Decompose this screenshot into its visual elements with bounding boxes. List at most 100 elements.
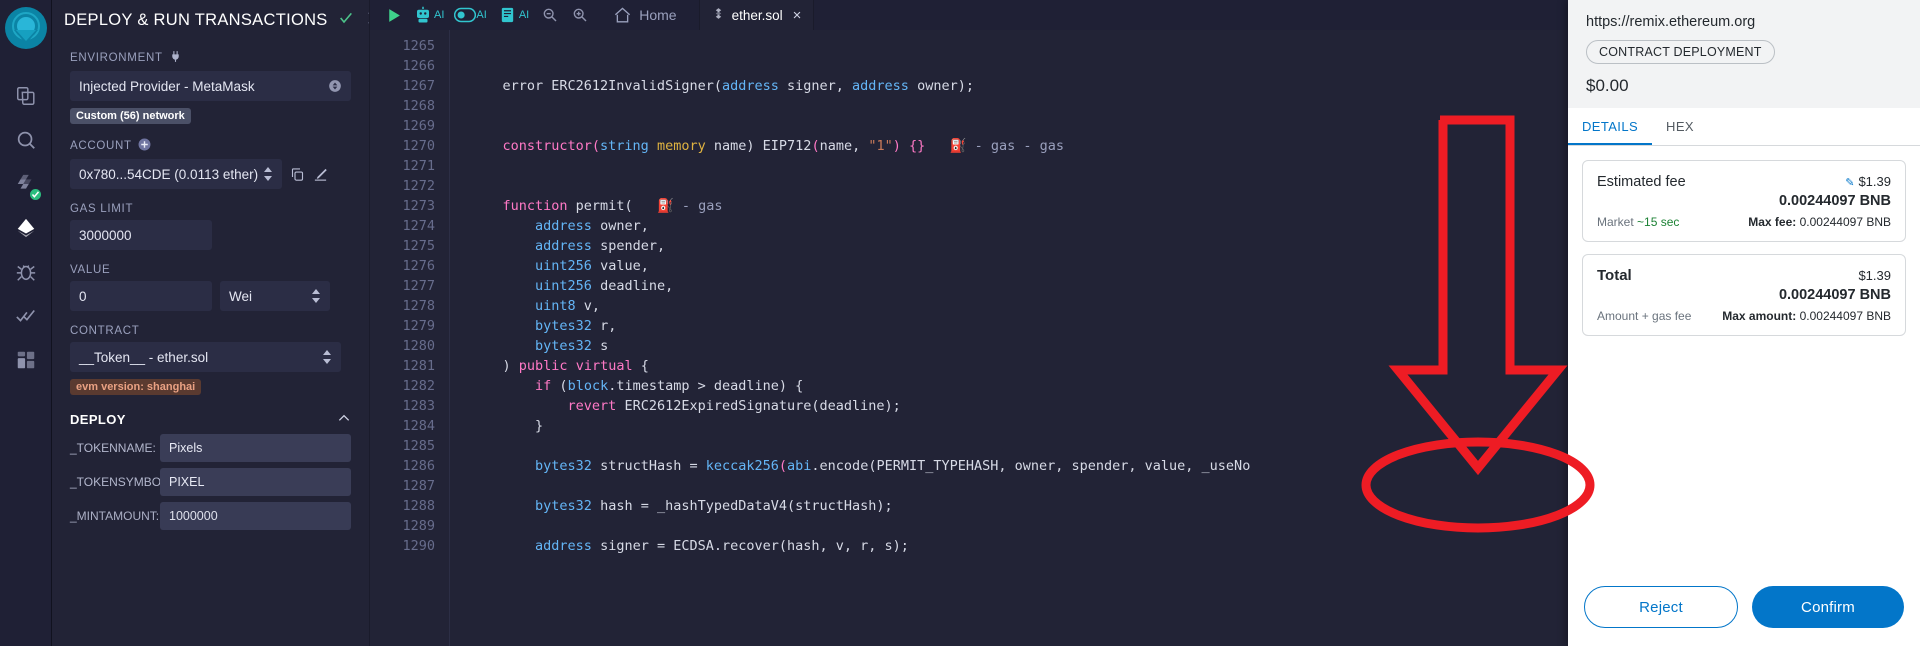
total-label: Total [1597, 267, 1632, 284]
line-number: 1266 [402, 58, 435, 74]
sidebar-item-plugin-manager[interactable] [0, 338, 52, 382]
arg-input-mintamount[interactable]: 1000000 [160, 502, 351, 530]
value-row: 0 Wei [70, 281, 351, 311]
sidebar-item-solidity-unit-testing[interactable] [0, 294, 52, 338]
environment-select[interactable]: Injected Provider - MetaMask [70, 71, 351, 101]
line-number: 1282 [402, 378, 435, 394]
chevron-updown-icon[interactable] [263, 167, 273, 181]
metamask-confirmation-popup: https://remix.ethereum.org CONTRACT DEPL… [1568, 0, 1920, 646]
run-script-icon[interactable] [378, 0, 408, 30]
total-fiat: $1.39 [1858, 268, 1891, 283]
ai-label: AI [518, 9, 530, 21]
tab-details[interactable]: DETAILS [1568, 108, 1653, 145]
metamask-header: https://remix.ethereum.org CONTRACT DEPL… [1568, 0, 1920, 108]
ai-label: AI [434, 9, 445, 21]
arg-input-tokenname[interactable]: Pixels [160, 434, 351, 462]
line-number: 1272 [402, 178, 435, 194]
deploy-run-panel: DEPLOY & RUN TRANSACTIONS ENVIRONMENT In… [52, 0, 370, 646]
zoom-in-icon[interactable] [565, 0, 595, 30]
environment-label: ENVIRONMENT [70, 50, 369, 66]
sidebar-item-deploy-run[interactable] [0, 206, 52, 250]
close-icon[interactable]: × [793, 7, 802, 24]
contract-label: CONTRACT [70, 325, 140, 337]
gas-limit-value: 3000000 [79, 227, 132, 243]
confirm-button[interactable]: Confirm [1752, 586, 1904, 628]
chevron-updown-icon[interactable] [322, 350, 332, 364]
metamask-tabs: DETAILS HEX [1568, 108, 1920, 146]
sidebar-item-file-explorer[interactable] [0, 74, 52, 118]
deploy-section-header[interactable]: DEPLOY [70, 411, 351, 428]
value-unit: Wei [229, 288, 253, 304]
estimated-fee-label: Estimated fee [1597, 174, 1686, 190]
arg-row: _TOKENNAME: Pixels [70, 434, 351, 462]
max-amount: Max amount: 0.00244097 BNB [1722, 309, 1891, 323]
line-number: 1270 [402, 138, 435, 154]
arg-input-tokensymbol[interactable]: PIXEL [160, 468, 351, 496]
sign-message-icon[interactable] [313, 167, 328, 182]
gas-limit-label: GAS LIMIT [70, 203, 134, 215]
line-number: 1284 [402, 418, 435, 434]
copy-account-icon[interactable] [290, 167, 305, 182]
origin-url: https://remix.ethereum.org [1586, 14, 1756, 30]
home-icon[interactable] [607, 0, 637, 30]
value-input[interactable]: 0 [70, 281, 212, 311]
check-icon[interactable] [338, 10, 354, 31]
sidebar-item-solidity-compiler[interactable] [0, 162, 52, 206]
zoom-out-icon[interactable] [535, 0, 565, 30]
arg-label: _MINTAMOUNT: [70, 509, 160, 523]
compiler-success-badge [27, 187, 43, 202]
tab-hex[interactable]: HEX [1652, 108, 1708, 145]
metamask-details-body: Estimated fee ✎ $1.39 0.00244097 BNB Mark… [1568, 146, 1920, 571]
value-unit-select[interactable]: Wei [220, 281, 330, 311]
contract-select[interactable]: __Token__ - ether.sol [70, 342, 341, 372]
value-amount: 0 [79, 288, 87, 304]
gas-limit-input[interactable]: 3000000 [70, 220, 212, 250]
arg-value: 1000000 [169, 509, 218, 523]
line-number: 1285 [402, 438, 435, 454]
line-number: 1287 [402, 478, 435, 494]
home-label: Home [639, 7, 677, 23]
transaction-amount: $0.00 [1586, 76, 1629, 95]
chevron-up-icon[interactable] [337, 411, 351, 428]
line-number-gutter: 1265 1266 1267 1268 1269 1270 1271 1272 1273 1274… [370, 30, 450, 646]
line-number: 1265 [402, 38, 435, 54]
estimated-fee-fiat: ✎ $1.39 [1845, 174, 1891, 189]
edit-gas-icon[interactable]: ✎ [1845, 177, 1854, 189]
arg-value: Pixels [169, 441, 203, 455]
line-number: 1274 [402, 218, 435, 234]
account-select[interactable]: 0x780...54CDE (0.0113 ether) [70, 159, 282, 189]
ai-label: AI [476, 9, 487, 21]
chevron-updown-icon[interactable] [328, 79, 342, 93]
line-number: 1281 [402, 358, 435, 374]
sidebar-item-debugger[interactable] [0, 250, 52, 294]
activity-bar [0, 0, 52, 646]
environment-label-text: ENVIRONMENT [70, 52, 163, 64]
solidity-file-icon [712, 6, 725, 24]
line-number: 1277 [402, 278, 435, 294]
line-number: 1289 [402, 518, 435, 534]
arg-label: _TOKENNAME: [70, 441, 156, 455]
chevron-updown-icon[interactable] [311, 289, 321, 303]
editor-toolbar: AI AI AI Home [370, 0, 677, 30]
line-number: 1268 [402, 98, 435, 114]
total-card: Total $1.39 0.00244097 BNB Amount + gas … [1582, 254, 1906, 336]
arg-label: _TOKENSYMBOL: [70, 475, 172, 489]
line-number: 1267 [402, 78, 435, 94]
plus-circle-icon[interactable] [138, 138, 151, 154]
account-label-text: ACCOUNT [70, 140, 132, 152]
reject-button[interactable]: Reject [1584, 586, 1738, 628]
account-value: 0x780...54CDE (0.0113 ether) [79, 166, 259, 182]
line-number: 1276 [402, 258, 435, 274]
editor-tab-ether-sol[interactable]: ether.sol × [698, 0, 815, 30]
contract-value: __Token__ - ether.sol [79, 349, 209, 365]
value-label: VALUE [70, 264, 111, 276]
remix-logo[interactable] [4, 6, 48, 50]
line-number: 1288 [402, 498, 435, 514]
estimated-fee-card: Estimated fee ✎ $1.39 0.00244097 BNB Mark… [1582, 160, 1906, 242]
line-number: 1286 [402, 458, 435, 474]
line-number: 1278 [402, 298, 435, 314]
sidebar-item-search[interactable] [0, 118, 52, 162]
gas-speed-value: ~15 sec [1637, 215, 1680, 229]
account-label: ACCOUNT [70, 138, 369, 154]
environment-value: Injected Provider - MetaMask [79, 78, 255, 94]
